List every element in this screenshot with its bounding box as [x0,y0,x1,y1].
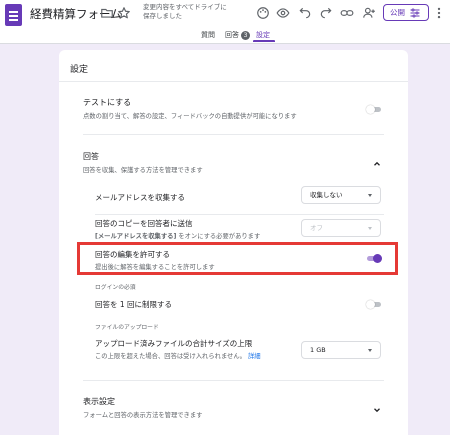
divider [83,380,384,381]
save-status-line1: 変更内容をすべてドライブに [143,3,227,11]
dropdown-arrow-icon [368,227,372,230]
send-copy-select: オフ [301,219,381,237]
limit-one-label: 回答を 1 回に制限する [95,300,173,309]
tune-icon [410,8,420,17]
quiz-title: テストにする [83,98,132,107]
chevron-up-icon[interactable] [372,154,382,166]
folder-icon[interactable] [100,6,114,20]
responses-section-header[interactable]: 回答 回答を収集、保護する方法を管理できます [83,151,384,174]
responses-subtitle: 回答を収集、保護する方法を管理できます [83,167,203,174]
send-copy-value: オフ [310,224,323,232]
tab-questions[interactable]: 質問 [201,30,215,40]
settings-title: 設定 [70,65,89,75]
tab-questions-label: 質問 [201,31,215,39]
divider [95,214,384,215]
highlight-box [77,242,398,275]
collect-email-label: メールアドレスを収集する [95,193,185,202]
upload-size-note-text: この上限を超えた場合、回答は受け入れられません。 [95,353,246,360]
add-collaborator-icon[interactable] [362,6,376,20]
palette-icon[interactable] [256,6,270,20]
tab-responses-label: 回答 [225,31,239,39]
google-forms-logo-icon[interactable] [5,4,22,26]
quiz-subtitle: 点数の割り当て、解答の設定、フィードバックの自動提供が可能になります [83,113,297,120]
divider [83,134,384,135]
link-icon[interactable] [340,6,354,20]
tab-settings-label: 設定 [256,31,270,39]
tab-bar: 質問 回答 3 設定 [0,29,450,43]
login-required-heading: ログインの必須 [95,285,136,291]
tab-settings[interactable]: 設定 [256,30,270,40]
upload-size-note: この上限を超えた場合、回答は受け入れられません。 詳細 [95,351,261,360]
dropdown-arrow-icon [368,349,372,352]
quiz-toggle[interactable] [366,105,381,114]
upload-size-label: アップロード済みファイルの合計サイズの上限 [95,339,253,348]
presentation-title: 表示設定 [83,397,115,406]
more-vert-icon[interactable] [432,6,446,20]
upload-size-row: アップロード済みファイルの合計サイズの上限 この上限を超えた場合、回答は受け入れ… [95,338,261,360]
presentation-section-header[interactable]: 表示設定 フォームと回答の表示方法を管理できます [83,396,384,419]
response-count-badge: 3 [241,31,250,40]
redo-icon[interactable] [319,6,333,20]
collect-email-value: 収集しない [310,191,343,199]
upload-size-value: 1 GB [310,346,326,354]
publish-button[interactable]: 公開 [383,4,429,21]
chevron-down-icon[interactable] [372,400,382,413]
divider [59,81,408,82]
quiz-section: テストにする 点数の割り当て、解答の設定、フィードバックの自動提供が可能になりま… [83,97,384,120]
publish-label: 公開 [390,8,405,17]
save-status-line2: 保存しました [143,12,182,20]
tab-responses[interactable]: 回答 3 [225,30,250,40]
responses-title: 回答 [83,152,99,161]
upload-size-select[interactable]: 1 GB [301,341,381,359]
details-link[interactable]: 詳細 [248,353,261,360]
star-icon[interactable] [117,6,131,20]
save-status: 変更内容をすべてドライブに 保存しました [143,3,227,21]
dropdown-arrow-icon [368,194,372,197]
send-copy-label: 回答のコピーを回答者に送信 [95,219,193,228]
file-upload-heading: ファイルのアップロード [95,325,159,331]
collect-email-select[interactable]: 収集しない [301,186,381,204]
send-copy-note: [メールアドレスを収集する] をオンにする必要があります [95,231,260,240]
send-copy-row: 回答のコピーを回答者に送信 [メールアドレスを収集する] をオンにする必要があり… [95,218,260,240]
active-tab-indicator [253,40,275,42]
presentation-subtitle: フォームと回答の表示方法を管理できます [83,412,203,419]
preview-eye-icon[interactable] [276,6,290,20]
limit-one-toggle[interactable] [366,300,381,309]
send-copy-note-bold: [メールアドレスを収集する] [95,233,177,240]
header-divider [0,43,450,44]
undo-icon[interactable] [298,6,312,20]
top-bar: 経費精算フォーム 変更内容をすべてドライブに 保存しました 公開 質問 回答 3… [0,0,450,43]
send-copy-note-rest: をオンにする必要があります [176,233,261,240]
